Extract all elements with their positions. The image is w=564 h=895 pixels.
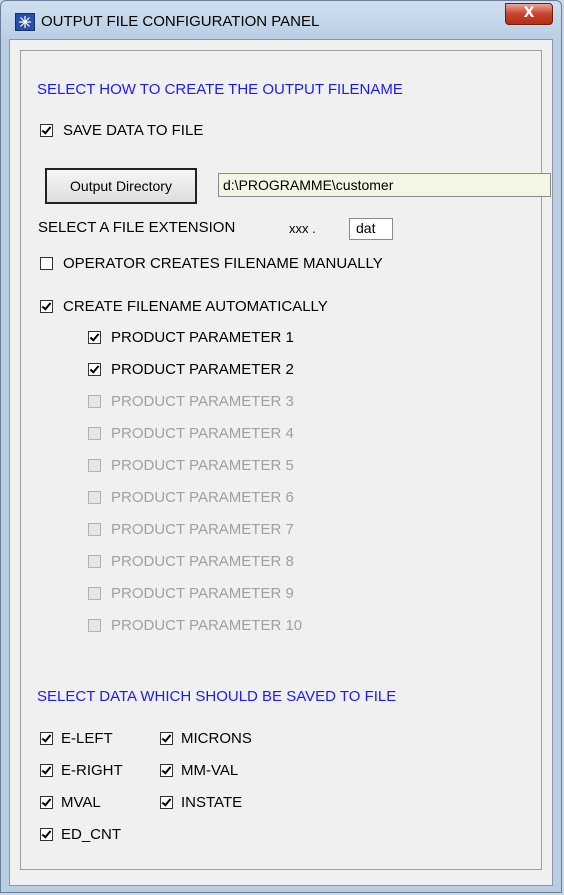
config-panel: SELECT HOW TO CREATE THE OUTPUT FILENAME… — [20, 50, 551, 870]
title-bar[interactable]: OUTPUT FILE CONFIGURATION PANEL X — [1, 1, 561, 39]
checkbox-box[interactable] — [88, 362, 101, 376]
auto-filename-checkbox[interactable]: CREATE FILENAME AUTOMATICALLY — [40, 297, 328, 315]
data-item-mm-val-checkbox[interactable]: MM-VAL — [160, 761, 238, 779]
data-item-label: E-RIGHT — [61, 761, 123, 779]
product-parameter-2-checkbox[interactable]: PRODUCT PARAMETER 2 — [88, 360, 294, 378]
data-item-label: INSTATE — [181, 793, 243, 811]
product-parameter-label: PRODUCT PARAMETER 6 — [111, 488, 294, 506]
product-parameter-label: PRODUCT PARAMETER 1 — [111, 328, 294, 346]
data-item-label: E-LEFT — [61, 729, 113, 747]
manual-filename-checkbox[interactable]: OPERATOR CREATES FILENAME MANUALLY — [40, 254, 383, 272]
checkbox-box[interactable] — [160, 731, 173, 745]
checkbox-box[interactable] — [40, 827, 53, 841]
checkbox-box[interactable] — [40, 256, 53, 270]
checkbox-box — [88, 490, 101, 504]
checkbox-box[interactable] — [160, 763, 173, 777]
product-parameter-label: PRODUCT PARAMETER 5 — [111, 456, 294, 474]
product-parameter-5-checkbox: PRODUCT PARAMETER 5 — [88, 456, 294, 474]
data-item-instate-checkbox[interactable]: INSTATE — [160, 793, 242, 811]
checkbox-box[interactable] — [40, 763, 53, 777]
checkbox-box[interactable] — [40, 795, 53, 809]
checkbox-box[interactable] — [40, 299, 53, 313]
product-parameter-6-checkbox: PRODUCT PARAMETER 6 — [88, 488, 294, 506]
data-item-e-left-checkbox[interactable]: E-LEFT — [40, 729, 113, 747]
checkbox-box[interactable] — [160, 795, 173, 809]
data-item-label: ED_CNT — [61, 825, 122, 843]
product-parameter-label: PRODUCT PARAMETER 2 — [111, 360, 294, 378]
product-parameter-label: PRODUCT PARAMETER 9 — [111, 584, 294, 602]
save-data-checkbox[interactable]: SAVE DATA TO FILE — [40, 121, 203, 139]
close-button[interactable]: X — [505, 3, 553, 25]
product-parameter-label: PRODUCT PARAMETER 7 — [111, 520, 294, 538]
data-item-mval-checkbox[interactable]: MVAL — [40, 793, 101, 811]
product-parameter-8-checkbox: PRODUCT PARAMETER 8 — [88, 552, 294, 570]
filename-section-heading: SELECT HOW TO CREATE THE OUTPUT FILENAME — [37, 81, 403, 98]
close-icon: X — [523, 5, 535, 21]
product-parameter-label: PRODUCT PARAMETER 3 — [111, 392, 294, 410]
file-extension-prefix: xxx . — [289, 221, 316, 236]
app-icon — [15, 13, 35, 31]
data-section-heading: SELECT DATA WHICH SHOULD BE SAVED TO FIL… — [37, 688, 397, 705]
checkbox-box — [88, 554, 101, 568]
dialog-window: OUTPUT FILE CONFIGURATION PANEL X SELECT… — [0, 0, 562, 893]
file-extension-label: SELECT A FILE EXTENSION — [38, 219, 236, 236]
save-data-label: SAVE DATA TO FILE — [63, 121, 204, 139]
data-item-e-right-checkbox[interactable]: E-RIGHT — [40, 761, 123, 779]
data-item-label: MVAL — [61, 793, 101, 811]
auto-filename-label: CREATE FILENAME AUTOMATICALLY — [63, 297, 328, 315]
data-item-microns-checkbox[interactable]: MICRONS — [160, 729, 252, 747]
output-directory-button[interactable]: Output Directory — [45, 168, 197, 204]
product-parameter-label: PRODUCT PARAMETER 4 — [111, 424, 294, 442]
checkbox-box — [88, 618, 101, 632]
product-parameter-4-checkbox: PRODUCT PARAMETER 4 — [88, 424, 294, 442]
client-area: SELECT HOW TO CREATE THE OUTPUT FILENAME… — [9, 39, 553, 886]
checkbox-box — [88, 522, 101, 536]
file-extension-input[interactable]: dat — [349, 218, 393, 240]
product-parameter-label: PRODUCT PARAMETER 8 — [111, 552, 294, 570]
data-item-label: MM-VAL — [181, 761, 239, 779]
checkbox-box[interactable] — [88, 330, 101, 344]
checkbox-box — [88, 394, 101, 408]
product-parameter-label: PRODUCT PARAMETER 10 — [111, 616, 303, 634]
data-item-label: MICRONS — [181, 729, 252, 747]
manual-filename-label: OPERATOR CREATES FILENAME MANUALLY — [63, 254, 383, 272]
product-parameter-7-checkbox: PRODUCT PARAMETER 7 — [88, 520, 294, 538]
checkbox-box[interactable] — [40, 731, 53, 745]
output-directory-field[interactable]: d:\PROGRAMME\customer — [218, 173, 551, 197]
checkbox-box[interactable] — [40, 123, 53, 137]
checkbox-box — [88, 426, 101, 440]
checkbox-box — [88, 458, 101, 472]
window-title: OUTPUT FILE CONFIGURATION PANEL — [41, 13, 320, 30]
product-parameter-3-checkbox: PRODUCT PARAMETER 3 — [88, 392, 294, 410]
checkbox-box — [88, 586, 101, 600]
product-parameter-10-checkbox: PRODUCT PARAMETER 10 — [88, 616, 302, 634]
data-item-ed-cnt-checkbox[interactable]: ED_CNT — [40, 825, 121, 843]
product-parameter-1-checkbox[interactable]: PRODUCT PARAMETER 1 — [88, 328, 294, 346]
product-parameter-9-checkbox: PRODUCT PARAMETER 9 — [88, 584, 294, 602]
